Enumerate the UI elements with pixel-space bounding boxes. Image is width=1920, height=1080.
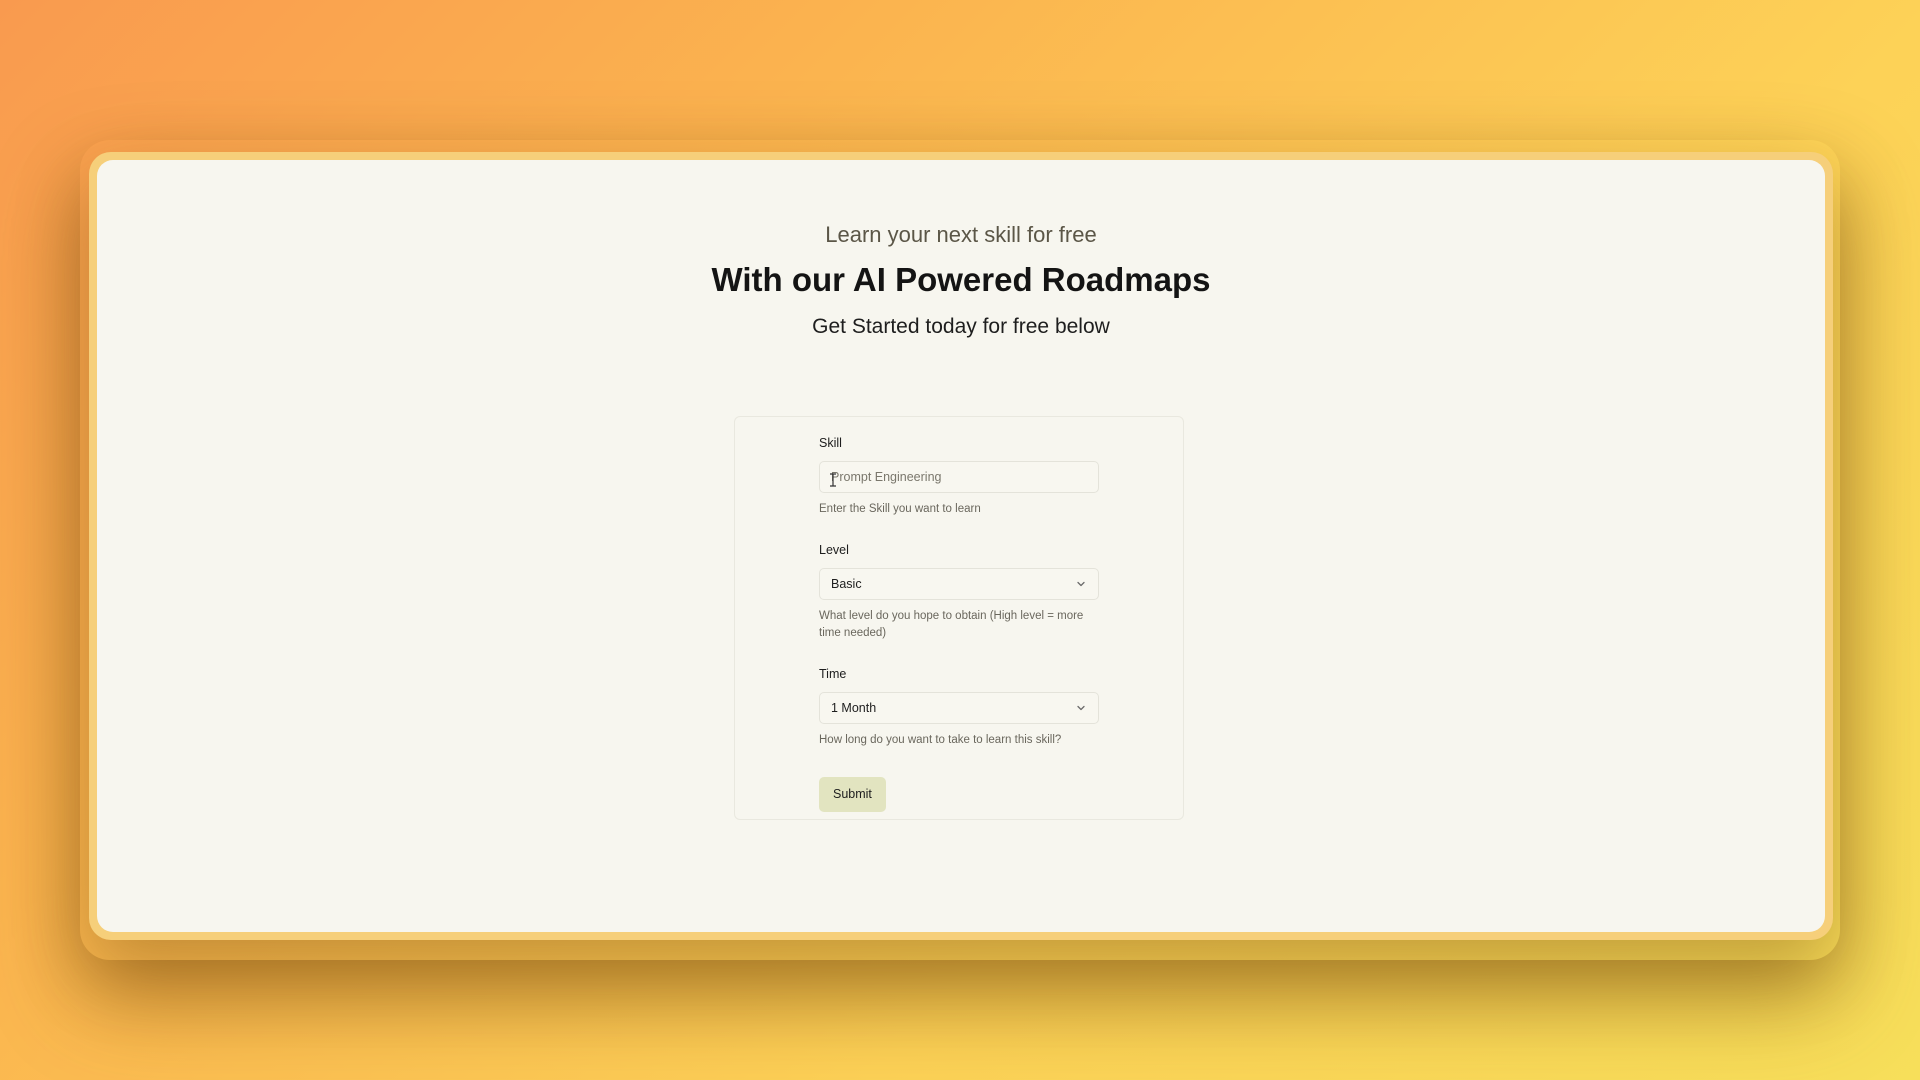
- level-selected-value: Basic: [831, 577, 862, 591]
- level-select[interactable]: Basic: [819, 568, 1099, 600]
- skill-help-text: Enter the Skill you want to learn: [819, 503, 981, 515]
- time-select[interactable]: 1 Month: [819, 692, 1099, 724]
- skill-field-group: Skill Enter the Skill you want to learn: [819, 435, 1099, 518]
- hero-subtitle: Get Started today for free below: [812, 315, 1110, 338]
- skill-input[interactable]: [819, 461, 1099, 493]
- time-label: Time: [819, 667, 847, 681]
- roadmap-form: Skill Enter the Skill you want to learn …: [819, 435, 1099, 812]
- submit-button[interactable]: Submit: [819, 777, 886, 812]
- page-title: With our AI Powered Roadmaps: [711, 261, 1211, 298]
- browser-window-frame: Learn your next skill for free With our …: [89, 152, 1833, 940]
- level-help-text: What level do you hope to obtain (High l…: [819, 610, 1084, 639]
- time-field-group: Time 1 Month How long do you want to tak…: [819, 666, 1099, 749]
- skill-input-wrapper: [819, 451, 1099, 493]
- hero-eyebrow: Learn your next skill for free: [825, 222, 1097, 247]
- hero-section: Learn your next skill for free With our …: [97, 220, 1825, 342]
- level-field-group: Level Basic What level do you hope to ob…: [819, 542, 1099, 642]
- time-help-text: How long do you want to take to learn th…: [819, 734, 1062, 746]
- chevron-down-icon: [1077, 705, 1085, 711]
- level-label: Level: [819, 543, 849, 557]
- skill-label: Skill: [819, 436, 842, 450]
- text-cursor-icon: [830, 473, 836, 487]
- roadmap-form-card: Skill Enter the Skill you want to learn …: [734, 416, 1184, 820]
- chevron-down-icon: [1077, 581, 1085, 587]
- app-window: Learn your next skill for free With our …: [97, 160, 1825, 932]
- time-selected-value: 1 Month: [831, 701, 877, 715]
